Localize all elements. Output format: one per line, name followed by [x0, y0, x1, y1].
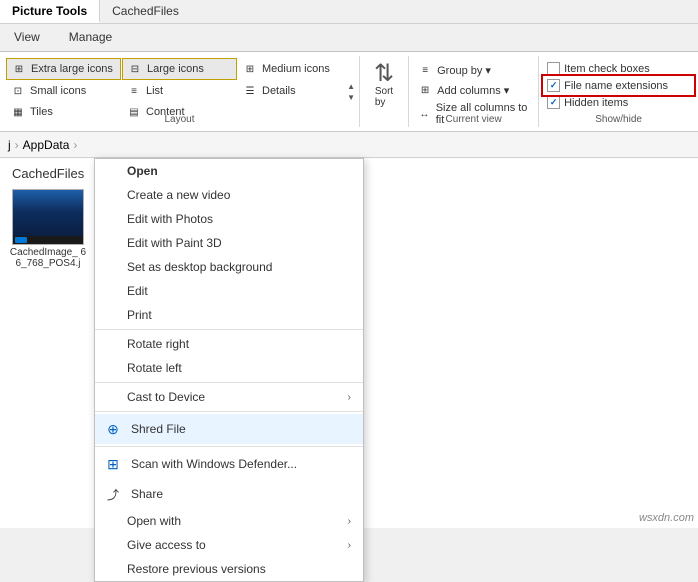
tab-manage[interactable]: Manage [55, 24, 127, 51]
hidden-items-checkbox[interactable]: ✓ [547, 96, 560, 109]
layout-list[interactable]: ≡ List [122, 81, 237, 101]
ctx-scan-defender[interactable]: ⊞ Scan with Windows Defender... [95, 449, 363, 479]
defender-icon: ⊞ [103, 454, 123, 474]
ctx-rotate-left[interactable]: Rotate left [95, 356, 363, 380]
showhide-group: Item check boxes ✓ File name extensions … [539, 56, 698, 127]
showhide-group-label: Show/hide [539, 114, 698, 125]
file-thumbnail [12, 189, 84, 245]
hidden-items-toggle[interactable]: ✓ Hidden items [545, 94, 692, 111]
ctx-rotate-right[interactable]: Rotate right [95, 332, 363, 356]
current-view-group-label: Current view [409, 114, 538, 125]
ctx-sep-1 [95, 329, 363, 330]
layout-details[interactable]: ☰ Details [238, 81, 353, 101]
ctx-create-video[interactable]: Create a new video [95, 183, 363, 207]
layout-group: ⊞ Extra large icons ⊟ Large icons ⊞ Medi… [0, 56, 360, 127]
ctx-shred-file[interactable]: ⊕ Shred File [95, 414, 363, 444]
ctx-open[interactable]: Open [95, 159, 363, 183]
sort-by-button[interactable]: ⇅ Sortby [368, 60, 400, 110]
layout-medium-icons[interactable]: ⊞ Medium icons [238, 58, 353, 80]
small-icons-icon: ⊡ [10, 83, 26, 99]
file-name-extensions-checkbox[interactable]: ✓ [547, 79, 560, 92]
context-menu: Open Create a new video Edit with Photos… [94, 158, 364, 582]
group-by-button[interactable]: ≡ Group by ▾ [415, 60, 532, 80]
breadcrumb-j[interactable]: j [8, 138, 11, 152]
main-area: CachedFiles CachedImage_ 66_768_POS4.j O… [0, 158, 698, 528]
layout-small-icons[interactable]: ⊡ Small icons [6, 81, 121, 101]
ribbon-content: ⊞ Extra large icons ⊟ Large icons ⊞ Medi… [0, 52, 698, 132]
scroll-up-arrow[interactable]: ▲ [347, 82, 355, 91]
ctx-print[interactable]: Print [95, 303, 363, 327]
ctx-edit-paint3d[interactable]: Edit with Paint 3D [95, 231, 363, 255]
ctx-sep-4 [95, 446, 363, 447]
breadcrumb-sep-2: › [73, 138, 77, 152]
breadcrumb: j › AppData › [0, 132, 698, 158]
sort-icon: ⇅ [374, 62, 394, 86]
ctx-giveaccess-arrow: › [348, 540, 351, 551]
window-title: CachedFiles [100, 0, 191, 23]
sort-by-group: ⇅ Sortby [360, 56, 409, 127]
file-name-label: CachedImage_ 66_768_POS4.j [8, 247, 88, 269]
file-item[interactable]: CachedImage_ 66_768_POS4.j [8, 189, 88, 269]
ctx-sep-3 [95, 411, 363, 412]
layout-large-icons[interactable]: ⊟ Large icons [122, 58, 237, 80]
ctx-open-with[interactable]: Open with › [95, 509, 363, 533]
ctx-sep-2 [95, 382, 363, 383]
layout-extra-large-icons[interactable]: ⊞ Extra large icons [6, 58, 121, 80]
large-icons-icon: ⊟ [127, 61, 143, 77]
ctx-restore-prev[interactable]: Restore previous versions [95, 557, 363, 581]
medium-icons-icon: ⊞ [242, 61, 258, 77]
ctx-edit[interactable]: Edit [95, 279, 363, 303]
ctx-edit-photos[interactable]: Edit with Photos [95, 207, 363, 231]
ctx-set-desktop-bg[interactable]: Set as desktop background [95, 255, 363, 279]
picture-tools-tab[interactable]: Picture Tools [0, 0, 100, 23]
ctx-cast-arrow: › [348, 392, 351, 403]
ctx-cast-to-device[interactable]: Cast to Device › [95, 385, 363, 409]
ribbon-tabs: View Manage [0, 24, 698, 52]
ctx-give-access[interactable]: Give access to › [95, 533, 363, 557]
item-check-boxes-toggle[interactable]: Item check boxes [545, 60, 692, 77]
extra-large-icon: ⊞ [11, 61, 27, 77]
breadcrumb-sep-1: › [15, 138, 19, 152]
ctx-openwith-arrow: › [348, 516, 351, 527]
ctx-share[interactable]: ⤴ Share [95, 479, 363, 509]
breadcrumb-appdata[interactable]: AppData [23, 138, 70, 152]
list-icon: ≡ [126, 83, 142, 99]
sort-by-label: Sortby [375, 86, 393, 108]
file-thumb-start-button [15, 237, 27, 243]
watermark: wsxdn.com [639, 512, 694, 524]
current-view-group: ≡ Group by ▾ ⊞ Add columns ▾ ↔ Size all … [409, 56, 539, 127]
share-icon: ⤴ [103, 484, 123, 504]
file-name-extensions-toggle[interactable]: ✓ File name extensions [545, 77, 692, 94]
details-icon: ☰ [242, 83, 258, 99]
item-check-boxes-checkbox[interactable] [547, 62, 560, 75]
layout-group-label: Layout [0, 114, 359, 125]
scroll-down-arrow[interactable]: ▼ [347, 93, 355, 102]
tab-view[interactable]: View [0, 24, 55, 51]
shred-file-icon: ⊕ [103, 419, 123, 439]
title-bar: Picture Tools CachedFiles [0, 0, 698, 24]
group-by-icon: ≡ [417, 62, 433, 78]
add-columns-button[interactable]: ⊞ Add columns ▾ [415, 80, 532, 100]
add-columns-icon: ⊞ [417, 82, 433, 98]
